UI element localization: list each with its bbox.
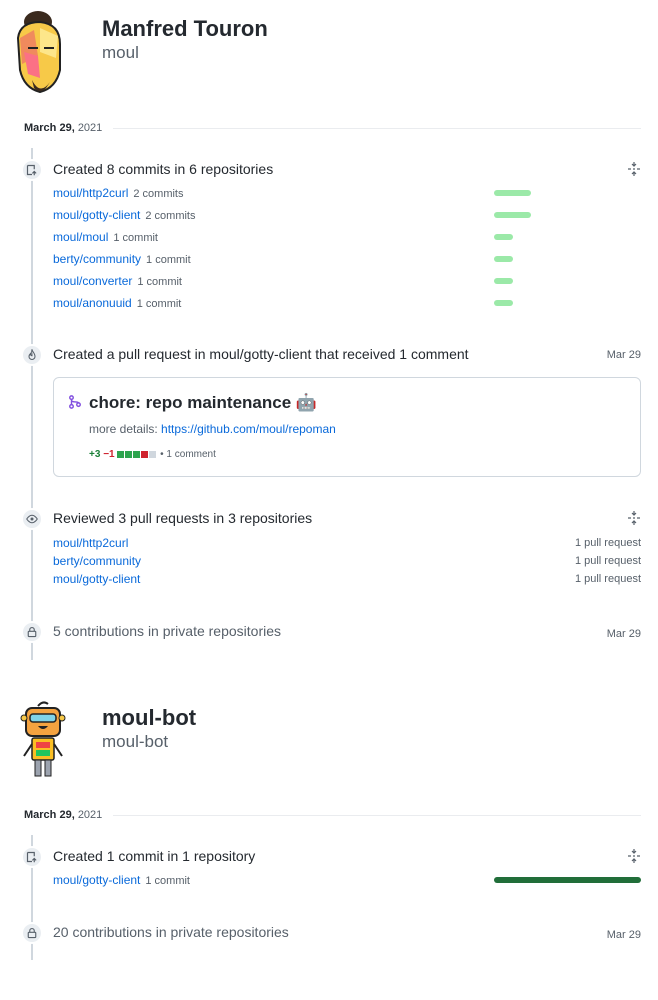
private-event-title: 20 contributions in private repositories [53, 924, 289, 940]
flame-icon [21, 344, 43, 366]
repo-link[interactable]: moul/http2curl [53, 186, 128, 200]
pr-diffstat: +3 −1 • 1 comment [89, 449, 216, 460]
pr-comments-link[interactable]: • 1 comment [160, 449, 216, 460]
commit-repo-row: moul/moul 1 commit [53, 230, 158, 244]
commit-share-bar [494, 300, 513, 306]
activity-date: March 29, 2021 [24, 809, 102, 821]
private-event-title: 5 contributions in private repositories [53, 623, 282, 639]
diff-block-add [125, 450, 133, 458]
repo-link[interactable]: moul/anonuuid [53, 296, 132, 310]
commit-repo-row: moul/gotty-client 1 commit [53, 873, 190, 887]
pr-deletions: −1 [103, 449, 115, 460]
pr-title-link[interactable]: chore: repo maintenance 🤖 [89, 393, 317, 413]
commit-repo-row: moul/converter 1 commit [53, 274, 182, 288]
timeline-line [31, 148, 33, 660]
diff-block-neutral [149, 450, 157, 458]
pr-details-label: more details: [89, 422, 158, 436]
private-event-date: Mar 29 [606, 929, 641, 941]
review-event-title: Reviewed 3 pull requests in 3 repositori… [53, 510, 313, 526]
diff-block-add [133, 450, 141, 458]
diff-block-del [141, 450, 149, 458]
private-event-date: Mar 29 [606, 628, 641, 640]
commit-repo-row: moul/gotty-client 2 commits [53, 208, 196, 222]
review-count[interactable]: 1 pull request [575, 555, 641, 567]
pr-event-title: Created a pull request in moul/gotty-cli… [53, 346, 469, 362]
user-avatar-manfred[interactable] [10, 8, 68, 96]
user-display-name[interactable]: Manfred Touron [102, 16, 268, 42]
commit-count-link[interactable]: 1 commit [145, 875, 190, 887]
avatar-illustration-icon [16, 11, 61, 94]
date-separator [113, 815, 641, 816]
repo-link[interactable]: moul/moul [53, 230, 108, 244]
fold-icon[interactable] [627, 849, 641, 863]
commits-event-title: Created 8 commits in 6 repositories [53, 161, 274, 177]
review-count[interactable]: 1 pull request [575, 537, 641, 549]
commit-count-link[interactable]: 1 commit [113, 232, 158, 244]
user-display-name[interactable]: moul-bot [102, 705, 196, 731]
repo-push-icon [21, 159, 43, 181]
eye-icon [21, 508, 43, 530]
date-day: March 29, [24, 809, 75, 821]
repo-link[interactable]: moul/converter [53, 274, 132, 288]
user-login[interactable]: moul [102, 43, 139, 63]
commit-share-bar [494, 256, 513, 262]
diffstat-blocks [117, 449, 160, 460]
commit-count-link[interactable]: 2 commits [145, 210, 195, 222]
review-repo-link[interactable]: moul/gotty-client [53, 572, 140, 586]
user-avatar-moul-bot[interactable] [18, 700, 68, 782]
commit-count-link[interactable]: 1 commit [146, 254, 191, 266]
commit-share-bar [494, 212, 531, 218]
commit-share-bar [494, 234, 513, 240]
lock-icon [21, 922, 43, 944]
pr-details-link[interactable]: https://github.com/moul/repoman [161, 422, 336, 436]
lock-icon [21, 621, 43, 643]
commit-share-bar [494, 190, 531, 196]
pr-description: more details: https://github.com/moul/re… [89, 422, 336, 436]
repo-link[interactable]: moul/gotty-client [53, 873, 140, 887]
commit-count-link[interactable]: 2 commits [133, 188, 183, 200]
repo-push-icon [21, 846, 43, 868]
pr-event-date: Mar 29 [606, 349, 641, 361]
pull-request-card: chore: repo maintenance 🤖 more details: … [53, 377, 641, 477]
git-pull-request-icon [68, 395, 82, 414]
commit-count-link[interactable]: 1 commit [137, 298, 182, 310]
commit-repo-row: moul/anonuuid 1 commit [53, 296, 181, 310]
user-login[interactable]: moul-bot [102, 732, 168, 752]
fold-icon[interactable] [627, 162, 641, 176]
commit-share-bar [494, 278, 513, 284]
date-year: 2021 [77, 809, 103, 821]
date-separator [113, 128, 641, 129]
fold-icon[interactable] [627, 511, 641, 525]
commit-repo-row: moul/http2curl 2 commits [53, 186, 184, 200]
review-repo-link[interactable]: moul/http2curl [53, 536, 128, 550]
review-repo-link[interactable]: berty/community [53, 554, 141, 568]
commit-repo-row: berty/community 1 commit [53, 252, 191, 266]
commit-share-bar [494, 877, 641, 883]
review-count[interactable]: 1 pull request [575, 573, 641, 585]
commits-event-title: Created 1 commit in 1 repository [53, 848, 256, 864]
repo-link[interactable]: berty/community [53, 252, 141, 266]
diff-block-add [117, 450, 125, 458]
robot-avatar-icon [20, 701, 66, 777]
commit-count-link[interactable]: 1 commit [137, 276, 182, 288]
pr-additions: +3 [89, 449, 101, 460]
activity-date: March 29, 2021 [24, 122, 102, 134]
date-day: March 29, [24, 122, 75, 134]
repo-link[interactable]: moul/gotty-client [53, 208, 140, 222]
date-year: 2021 [77, 122, 103, 134]
